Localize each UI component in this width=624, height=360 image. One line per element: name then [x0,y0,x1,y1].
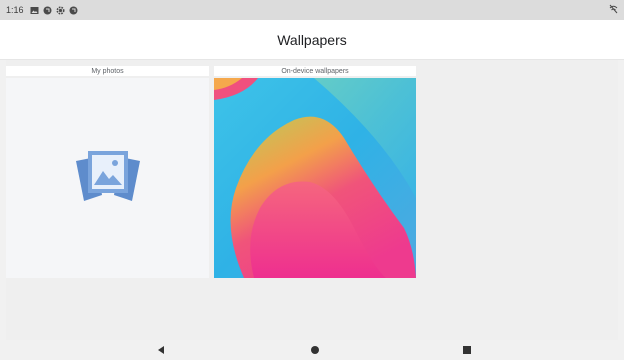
status-bar: 1:16 [0,0,624,20]
my-photos-label: My photos [6,66,209,76]
wifi-off-icon [609,4,618,16]
navigation-bar [0,340,624,360]
on-device-wallpapers-label: On-device wallpapers [214,66,416,76]
photo-stack-icon [75,151,140,201]
back-icon[interactable] [154,344,168,356]
on-device-wallpapers-tile[interactable] [214,78,416,278]
app-bar: Wallpapers [0,20,624,60]
settings-icon [56,5,65,15]
status-time: 1:16 [6,5,24,15]
wallpaper-categories: My photos On-device wallpapers [6,60,618,340]
sync-icon [69,6,78,15]
sync-icon [43,6,52,15]
image-icon [30,6,39,15]
status-icons [30,5,78,15]
wallpaper-preview [214,78,416,278]
page-title: Wallpapers [277,31,347,48]
recents-icon[interactable] [460,344,474,356]
my-photos-tile[interactable] [6,78,209,278]
home-icon[interactable] [308,344,322,356]
